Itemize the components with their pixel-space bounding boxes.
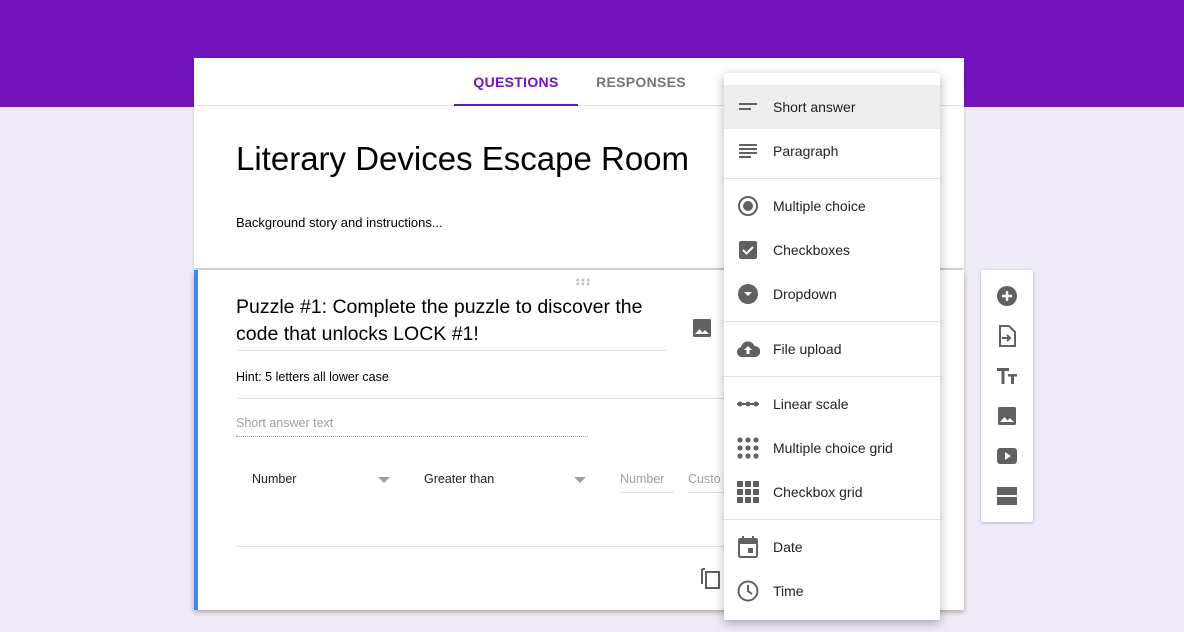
duplicate-icon[interactable] <box>700 566 722 590</box>
cloud-upload-icon <box>724 341 772 357</box>
menu-item-checkbox-grid[interactable]: Checkbox grid <box>724 470 940 514</box>
tab-responses[interactable]: RESPONSES <box>586 58 696 106</box>
form-description[interactable]: Background story and instructions... <box>236 215 443 230</box>
add-section-icon[interactable] <box>995 484 1019 508</box>
question-title[interactable]: Puzzle #1: Complete the puzzle to discov… <box>236 294 668 351</box>
validation-condition-select[interactable]: Greater than <box>424 472 494 486</box>
add-title-icon[interactable] <box>995 364 1019 388</box>
menu-item-multiple-choice-grid[interactable]: Multiple choice grid <box>724 426 940 470</box>
menu-item-date[interactable]: Date <box>724 525 940 569</box>
menu-item-file-upload[interactable]: File upload <box>724 327 940 371</box>
short-answer-placeholder: Short answer text <box>236 416 588 437</box>
form-title[interactable]: Literary Devices Escape Room <box>236 140 689 178</box>
clock-icon <box>724 580 772 602</box>
short-text-icon <box>724 103 772 111</box>
paragraph-icon <box>724 144 772 158</box>
chevron-down-icon[interactable] <box>378 477 390 483</box>
side-toolbar <box>981 270 1033 522</box>
checkbox-icon <box>724 240 772 260</box>
import-questions-icon[interactable] <box>995 324 1019 348</box>
menu-item-short-answer[interactable]: Short answer <box>724 85 940 129</box>
dropdown-circle-icon <box>724 283 772 305</box>
question-type-menu: Short answer Paragraph Multiple choice C… <box>724 73 940 620</box>
add-question-icon[interactable] <box>995 284 1019 308</box>
add-video-icon[interactable] <box>995 444 1019 468</box>
add-image-icon[interactable] <box>995 404 1019 428</box>
validation-type-select[interactable]: Number <box>252 472 296 486</box>
menu-item-paragraph[interactable]: Paragraph <box>724 129 940 173</box>
divider <box>236 546 776 547</box>
menu-item-dropdown[interactable]: Dropdown <box>724 272 940 316</box>
calendar-icon <box>724 536 772 558</box>
menu-item-linear-scale[interactable]: Linear scale <box>724 382 940 426</box>
menu-item-multiple-choice[interactable]: Multiple choice <box>724 184 940 228</box>
linear-scale-icon <box>724 401 772 407</box>
custom-error-input[interactable]: Custo <box>688 472 724 493</box>
question-description[interactable]: Hint: 5 letters all lower case <box>236 370 776 399</box>
drag-handle-icon[interactable] <box>575 278 591 286</box>
dot-grid-icon <box>724 437 772 459</box>
tab-questions[interactable]: QUESTIONS <box>454 58 578 106</box>
chevron-down-icon[interactable] <box>574 477 586 483</box>
menu-item-time[interactable]: Time <box>724 569 940 613</box>
square-grid-icon <box>724 481 772 503</box>
image-icon[interactable] <box>692 318 712 338</box>
number-input[interactable]: Number <box>620 472 674 493</box>
menu-item-checkboxes[interactable]: Checkboxes <box>724 228 940 272</box>
radio-button-icon <box>724 195 772 217</box>
